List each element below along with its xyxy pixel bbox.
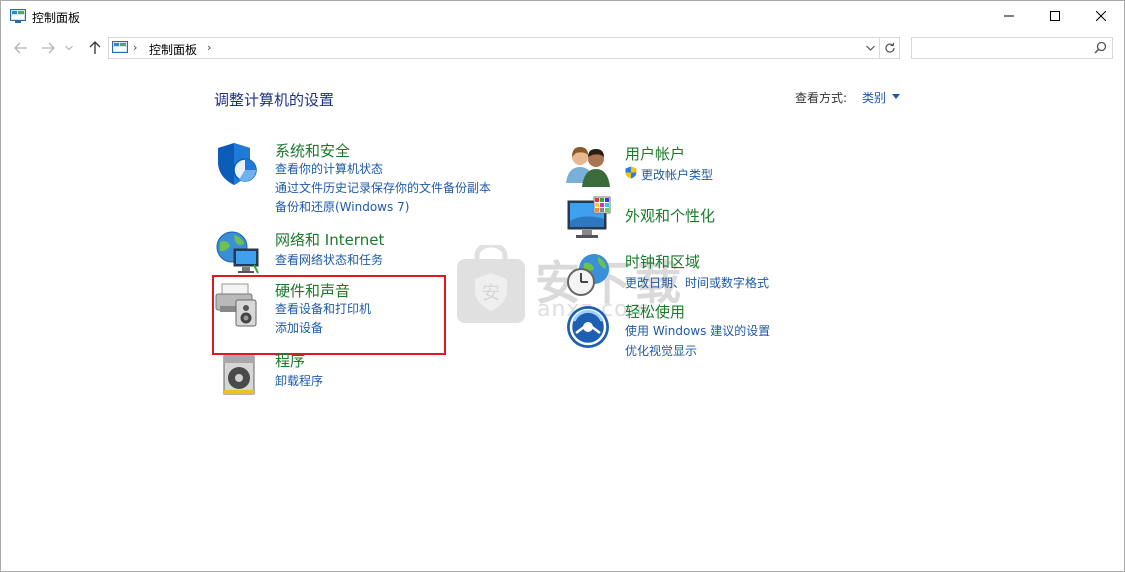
navigation-bar: › 控制面板 ›	[1, 35, 1124, 61]
refresh-icon	[884, 42, 895, 53]
back-button[interactable]	[12, 39, 30, 57]
category-hardware-sound: 硬件和声音 查看设备和打印机 添加设备	[214, 280, 534, 336]
control-panel-app-icon	[10, 9, 26, 23]
category-title-system[interactable]: 系统和安全	[275, 140, 350, 161]
category-title-clock[interactable]: 时钟和区域	[625, 251, 700, 272]
minimize-icon	[1004, 15, 1014, 17]
breadcrumb-control-panel[interactable]: 控制面板	[149, 41, 197, 58]
link-devices-printers[interactable]: 查看设备和打印机	[275, 300, 371, 317]
programs-disc-box-icon[interactable]	[214, 350, 262, 398]
recent-locations-button[interactable]	[63, 39, 75, 57]
link-network-status[interactable]: 查看网络状态和任务	[275, 251, 383, 268]
users-icon[interactable]	[564, 143, 612, 191]
search-input[interactable]	[912, 38, 1088, 58]
category-title-network[interactable]: 网络和 Internet	[275, 229, 384, 250]
page-heading: 调整计算机的设置	[214, 91, 335, 109]
window-title: 控制面板	[32, 11, 81, 25]
link-add-device[interactable]: 添加设备	[275, 319, 323, 336]
category-network-internet: 网络和 Internet 查看网络状态和任务	[214, 229, 534, 274]
control-panel-window: 控制面板 › 控制面板 › 调整计算机的设置 查看方式: 类别 安 安下载 系统…	[0, 0, 1125, 572]
search-icon[interactable]	[1094, 41, 1107, 57]
caret-down-icon[interactable]	[892, 94, 900, 99]
chevron-down-icon	[65, 45, 73, 51]
title-bar[interactable]: 控制面板	[1, 1, 1124, 31]
breadcrumb-separator-icon[interactable]: ›	[133, 41, 137, 54]
ease-of-access-icon[interactable]	[564, 301, 612, 349]
link-uninstall-program[interactable]: 卸载程序	[275, 372, 323, 389]
close-button[interactable]	[1078, 1, 1124, 31]
arrow-right-icon	[42, 42, 55, 54]
link-view-computer-status[interactable]: 查看你的计算机状态	[275, 160, 383, 177]
category-title-appearance[interactable]: 外观和个性化	[625, 205, 715, 226]
category-programs: 程序 卸载程序	[214, 350, 534, 395]
network-globe-icon[interactable]	[214, 229, 262, 277]
link-windows-recommended-settings[interactable]: 使用 Windows 建议的设置	[625, 322, 770, 339]
control-panel-small-icon	[112, 41, 128, 55]
category-ease-of-access: 轻松使用 使用 Windows 建议的设置 优化视觉显示	[564, 301, 884, 359]
printer-speaker-icon[interactable]	[214, 280, 262, 328]
category-title-ease[interactable]: 轻松使用	[625, 301, 685, 322]
category-appearance: 外观和个性化	[564, 195, 884, 243]
category-title-programs[interactable]: 程序	[275, 350, 305, 371]
minimize-button[interactable]	[986, 1, 1032, 31]
view-by-label: 查看方式:	[795, 91, 848, 105]
close-icon	[1096, 11, 1106, 21]
link-file-history[interactable]: 通过文件历史记录保存你的文件备份副本	[275, 179, 491, 196]
uac-shield-icon	[625, 166, 637, 179]
address-dropdown-button[interactable]	[863, 38, 877, 58]
link-change-account-type[interactable]: 更改帐户类型	[641, 166, 713, 183]
search-box[interactable]	[911, 37, 1113, 59]
arrow-up-icon	[89, 41, 101, 54]
maximize-icon	[1050, 11, 1060, 21]
chevron-down-icon	[865, 45, 875, 51]
breadcrumb-separator-icon[interactable]: ›	[207, 41, 211, 54]
refresh-button[interactable]	[879, 38, 899, 58]
link-backup-restore[interactable]: 备份和还原(Windows 7)	[275, 198, 409, 215]
forward-button[interactable]	[39, 39, 57, 57]
clock-globe-icon[interactable]	[564, 251, 612, 299]
category-system-security: 系统和安全 查看你的计算机状态 通过文件历史记录保存你的文件备份副本 备份和还原…	[214, 140, 534, 220]
category-user-accounts: 用户帐户 更改帐户类型	[564, 143, 884, 189]
maximize-button[interactable]	[1032, 1, 1078, 31]
up-button[interactable]	[86, 39, 104, 57]
link-change-date-time[interactable]: 更改日期、时间或数字格式	[625, 274, 769, 291]
category-clock-region: 时钟和区域 更改日期、时间或数字格式	[564, 251, 884, 297]
security-shield-icon[interactable]	[214, 140, 262, 188]
category-title-users[interactable]: 用户帐户	[625, 143, 685, 164]
address-bar[interactable]: › 控制面板 ›	[108, 37, 900, 59]
category-title-hardware[interactable]: 硬件和声音	[275, 280, 350, 301]
view-by-dropdown[interactable]: 类别	[862, 89, 886, 106]
link-optimize-visual-display[interactable]: 优化视觉显示	[625, 342, 697, 359]
appearance-monitor-icon[interactable]	[564, 195, 612, 243]
arrow-left-icon	[14, 42, 27, 54]
